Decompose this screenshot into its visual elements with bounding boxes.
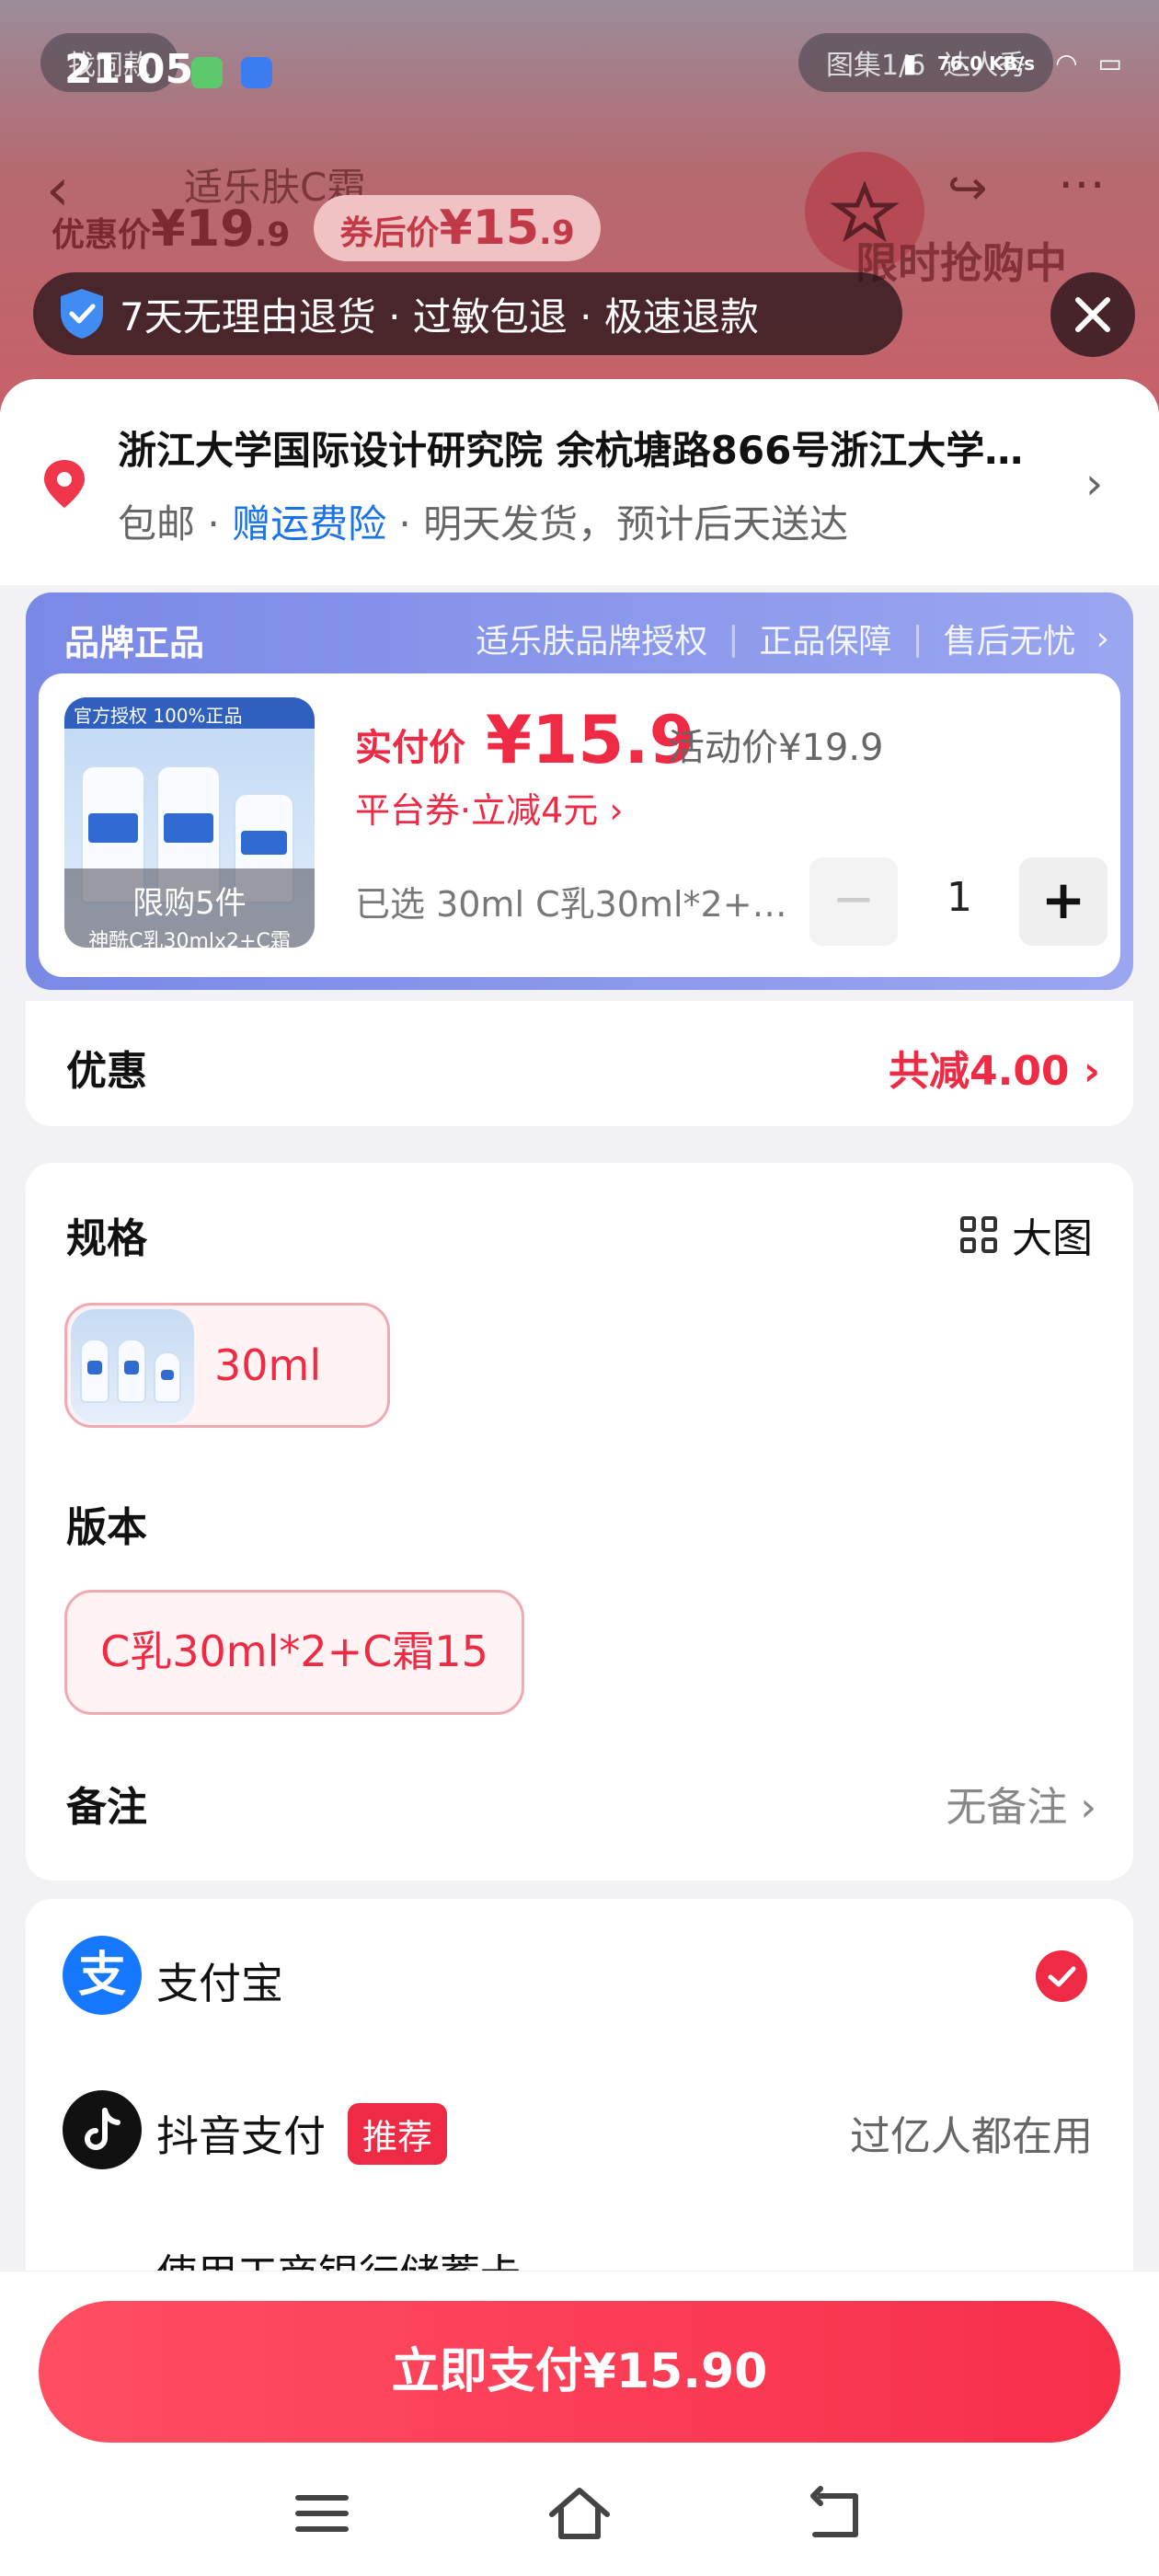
brand-label: 品牌正品: [64, 623, 205, 663]
purchase-limit-label: 限购5件: [132, 885, 247, 922]
more-icon[interactable]: ⋯: [1058, 156, 1106, 212]
back-icon[interactable]: [800, 2481, 874, 2546]
size-option-image: [71, 1309, 194, 1423]
size-option[interactable]: 30ml: [64, 1303, 390, 1428]
douyin-pay-option[interactable]: 抖音支付: [156, 2103, 326, 2164]
app-notification-icon-2: [241, 57, 272, 88]
home-icon[interactable]: [543, 2481, 616, 2546]
address-line: 浙江大学国际设计研究院 余杭塘路866号浙江大学国际设计研究院: [118, 428, 1038, 473]
brand-tag-3: 售后无忧: [943, 623, 1076, 661]
shipping-info: 包邮 · 赠运费险 · 明天发货，预计后天送达: [118, 493, 848, 549]
status-icons: ▮ 76.0 KB/s ◠ ▭: [902, 48, 1122, 78]
discount-price: 优惠价¥19.9: [52, 200, 290, 258]
delivery-estimate: · 明天发货，预计后天送达: [386, 501, 849, 546]
discount-price-dec: .9: [254, 215, 291, 254]
app-notification-icon: [191, 57, 223, 88]
net-speed: 76.0 KB/s: [936, 52, 1036, 75]
after-coupon-dec: .9: [539, 214, 575, 252]
footer: 立即支付¥15.90: [0, 2271, 1159, 2576]
alipay-option[interactable]: 支付宝: [156, 1950, 283, 2011]
chevron-right-icon: ›: [1085, 458, 1104, 510]
after-coupon-price: 券后价¥15.9: [314, 195, 601, 261]
discount-value: 共减4.00 ›: [888, 1048, 1100, 1095]
close-button[interactable]: [1050, 272, 1135, 357]
chevron-right-icon: ›: [1096, 619, 1109, 658]
douyin-pay-note: 过亿人都在用: [850, 2113, 1093, 2160]
pay-price: ¥15.9: [486, 701, 695, 778]
spec-section: 规格 大图 30ml 版本 C乳30ml*2+C霜15 备注 无备注 ›: [26, 1163, 1133, 1880]
alipay-icon: 支: [63, 1936, 142, 2015]
after-coupon-label: 券后价: [339, 214, 440, 252]
brand-tag-2: 正品保障: [759, 623, 892, 661]
brand-tag-1: 适乐肤品牌授权: [476, 623, 708, 661]
discount-price-label: 优惠价: [52, 215, 152, 254]
platform-coupon[interactable]: 平台券·立减4元 ›: [355, 782, 624, 833]
location-pin-icon: [44, 460, 85, 508]
selected-check-icon[interactable]: [1036, 1950, 1087, 2002]
menu-icon[interactable]: [285, 2481, 359, 2546]
battery-icon: ▭: [1097, 48, 1122, 78]
activity-price: 活动价¥19.9: [668, 727, 884, 769]
shield-check-icon: [61, 289, 103, 339]
after-coupon-int: ¥15: [439, 201, 540, 256]
divider: |: [728, 619, 740, 658]
douyin-pay-icon: [63, 2090, 142, 2169]
shipping-insurance-link[interactable]: 赠运费险: [232, 501, 386, 546]
payment-section: 支 支付宝 抖音支付 推荐 过亿人都在用 使用工商银行储蓄卡: [26, 1899, 1133, 2298]
purchase-limit: 限购5件 神酰C乳30mlx2+C霜15ml: [64, 868, 315, 948]
close-icon: [1075, 297, 1110, 332]
recommend-badge: 推荐: [348, 2103, 448, 2165]
share-icon[interactable]: ↪: [947, 161, 988, 216]
pay-now-button[interactable]: 立即支付¥15.90: [39, 2301, 1120, 2443]
pay-price-label: 实付价: [355, 727, 465, 769]
status-time: 21:05: [64, 46, 194, 93]
brand-tags[interactable]: 适乐肤品牌授权 | 正品保障 | 售后无忧 ›: [476, 615, 1109, 662]
discount-row[interactable]: 优惠 共减4.00 ›: [26, 1001, 1133, 1126]
version-option[interactable]: C乳30ml*2+C霜15: [64, 1590, 524, 1715]
quantity-value[interactable]: 1: [918, 874, 1001, 921]
grid-icon: [960, 1216, 997, 1253]
vibrate-icon: ▮: [902, 48, 917, 78]
price-row: 优惠价¥19.9 券后价¥15.9: [52, 195, 601, 261]
free-shipping: 包邮 ·: [118, 501, 233, 546]
note-label: 备注: [66, 1784, 147, 1831]
guarantee-text: 7天无理由退货 · 过敏包退 · 极速退款: [120, 293, 759, 339]
note-value[interactable]: 无备注 ›: [946, 1774, 1096, 1833]
big-image-label: 大图: [1012, 1215, 1093, 1262]
product-card: 品牌正品 适乐肤品牌授权 | 正品保障 | 售后无忧 › 官方授权 100%正品…: [26, 592, 1133, 990]
selected-spec: 已选 30ml C乳30ml*2+C霜15: [355, 884, 797, 925]
thumbnail-badge: 官方授权 100%正品: [64, 697, 315, 729]
divider: |: [912, 619, 924, 658]
wifi-icon: ◠: [1055, 48, 1078, 78]
size-option-label: 30ml: [214, 1340, 322, 1390]
discount-price-int: ¥19: [151, 199, 255, 258]
big-image-button[interactable]: 大图: [960, 1205, 1093, 1264]
quantity-minus-button[interactable]: −: [809, 857, 898, 946]
discount-label: 优惠: [66, 1048, 147, 1095]
checkout-sheet: 浙江大学国际设计研究院 余杭塘路866号浙江大学国际设计研究院 包邮 · 赠运费…: [0, 379, 1159, 2576]
product-inner: 官方授权 100%正品 限购5件 神酰C乳30mlx2+C霜15ml 实付价 ¥…: [39, 673, 1120, 977]
spec-label: 规格: [66, 1215, 147, 1262]
product-thumbnail[interactable]: 官方授权 100%正品 限购5件 神酰C乳30mlx2+C霜15ml: [64, 697, 315, 948]
guarantee-banner: 7天无理由退货 · 过敏包退 · 极速退款: [33, 272, 902, 355]
quantity-plus-button[interactable]: +: [1019, 857, 1107, 946]
version-label: 版本: [66, 1504, 147, 1551]
address-section[interactable]: 浙江大学国际设计研究院 余杭塘路866号浙江大学国际设计研究院 包邮 · 赠运费…: [0, 379, 1159, 585]
background-page: 找同款 图集1/6 达人秀 21:05 ▮ 76.0 KB/s ◠ ▭ ‹ 适乐…: [0, 0, 1159, 423]
thumbnail-caption: 神酰C乳30mlx2+C霜15ml: [88, 930, 291, 948]
